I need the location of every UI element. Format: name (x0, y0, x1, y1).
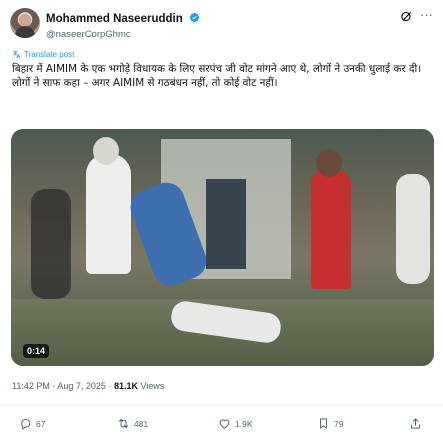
bookmark-count: 79 (334, 418, 344, 429)
post-time[interactable]: 11:42 PM (12, 381, 50, 391)
like-icon (219, 419, 230, 429)
video-player[interactable]: 0:14 (11, 129, 434, 366)
author-info: Mohammed Naseeruddin @naseerCorpGhmc (46, 9, 200, 40)
video-duration-badge: 0:14 (23, 344, 50, 358)
post-meta: 11:42 PM · Aug 7, 2025 · 81.1K Views (12, 381, 164, 391)
avatar[interactable] (10, 8, 40, 38)
tweet-header: Mohammed Naseeruddin @naseerCorpGhmc ··· (10, 6, 433, 40)
translate-icon (13, 50, 21, 59)
views-count: 81.1K (113, 381, 138, 391)
video-frame-figure (311, 169, 351, 289)
divider (0, 404, 443, 405)
action-bar: 67 481 1.9K 79 (0, 417, 443, 435)
author-display-name[interactable]: Mohammed Naseeruddin (46, 13, 183, 25)
repost-icon (118, 418, 129, 429)
author-handle[interactable]: @naseerCorpGhmc (46, 29, 200, 40)
share-icon (410, 418, 421, 429)
post-text: बिहार में AIMIM के एक भगोड़े विधायक के ल… (12, 63, 422, 89)
repost-count: 481 (134, 418, 149, 429)
views-icon (320, 418, 327, 429)
reply-button[interactable]: 67 (19, 417, 45, 430)
video-frame-figure (396, 174, 430, 284)
video-frame-figure (31, 189, 71, 299)
share-button[interactable] (409, 417, 422, 430)
like-button[interactable]: 1.9K (218, 417, 253, 430)
translate-post-link[interactable]: Translate post (12, 50, 74, 59)
video-frame-figure-head (316, 149, 342, 177)
video-frame-figure-head (93, 137, 119, 165)
views-label: Views (140, 381, 165, 391)
repost-button[interactable]: 481 (117, 417, 148, 430)
more-options-icon[interactable]: ··· (420, 8, 433, 21)
bookmark-button[interactable]: 79 (317, 417, 343, 430)
reply-icon (21, 418, 31, 430)
video-frame-door (206, 179, 246, 269)
avatar-body (15, 26, 35, 38)
video-frame-figure (86, 154, 131, 274)
post-date[interactable]: Aug 7, 2025 (57, 381, 106, 391)
reply-count: 67 (36, 418, 46, 429)
grok-icon[interactable] (400, 10, 413, 23)
like-count: 1.9K (235, 418, 253, 429)
verified-badge-icon (190, 12, 200, 23)
translate-post-label: Translate post (24, 50, 75, 59)
